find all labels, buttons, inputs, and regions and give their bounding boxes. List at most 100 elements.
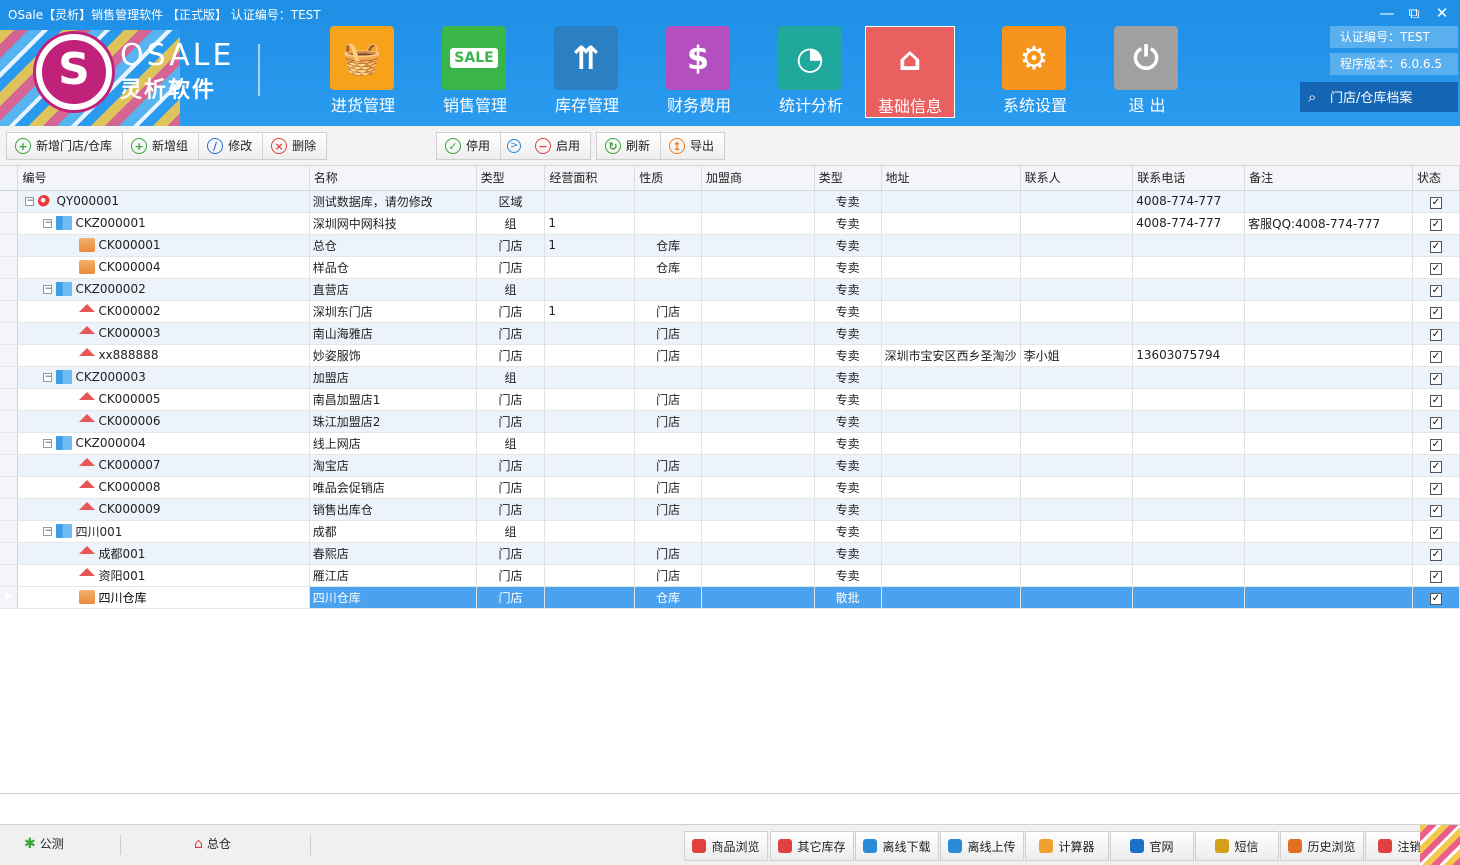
table-row[interactable]: CK000002 深圳东门店 门店 1 门店 专卖 ✓ — [0, 300, 1460, 323]
toolbar-button-refresh[interactable]: ↻ 刷新 — [597, 133, 662, 159]
cell-contact[interactable] — [1020, 432, 1134, 455]
cell-status[interactable]: ✓ — [1412, 454, 1460, 477]
tree-cell[interactable]: CK000002 — [17, 300, 310, 323]
cell-franchisee[interactable] — [701, 344, 815, 367]
cell-address[interactable] — [881, 586, 1021, 609]
cell-remark[interactable] — [1244, 410, 1413, 433]
cell-name[interactable]: 妙姿服饰 — [309, 344, 477, 367]
toolbar-button-delete[interactable]: × 删除 — [263, 133, 326, 159]
cell-name[interactable]: 成都 — [309, 520, 477, 543]
table-row[interactable]: − CKZ000001 深圳网中网科技组 1 专卖 4008-774-777 客服QQ:40… — [0, 212, 1460, 235]
status-checkbox[interactable]: ✓ — [1430, 482, 1442, 495]
cell-type[interactable]: 门店 — [476, 542, 546, 565]
cell-franchisee[interactable] — [701, 454, 815, 477]
cell-contact[interactable] — [1020, 256, 1134, 279]
tree-cell[interactable]: xx888888 — [17, 344, 310, 367]
statusbar-button-ie[interactable]: 官网 — [1110, 831, 1194, 861]
cell-name[interactable]: 南山海雅店 — [309, 322, 477, 345]
cell-area[interactable]: 1 — [544, 212, 636, 235]
cell-type2[interactable]: 专卖 — [814, 564, 882, 587]
column-header[interactable]: 地址 — [881, 166, 1021, 191]
cell-type2[interactable]: 专卖 — [814, 498, 882, 521]
tree-cell[interactable]: − 四川001 — [17, 520, 310, 543]
cell-type2[interactable]: 专卖 — [814, 388, 882, 411]
toolbar-button-add[interactable]: + 新增门店/仓库 — [7, 133, 124, 159]
status-checkbox[interactable]: ✓ — [1430, 196, 1442, 209]
status-checkbox[interactable]: ✓ — [1430, 504, 1442, 517]
cell-area[interactable] — [544, 586, 636, 609]
statusbar-button-goods[interactable]: 商品浏览 — [684, 831, 768, 861]
tree-cell[interactable]: CK000005 — [17, 388, 310, 411]
tree-cell[interactable]: CK000007 — [17, 454, 310, 477]
cell-phone[interactable] — [1132, 432, 1246, 455]
cell-type[interactable]: 组 — [476, 432, 546, 455]
table-row[interactable]: ▶ 四川仓库 四川仓库 门店 仓库 散批 ✓ — [0, 586, 1460, 609]
cell-name[interactable]: 深圳网中网科技 — [309, 212, 477, 235]
cell-type[interactable]: 门店 — [476, 454, 546, 477]
table-row[interactable]: CK000004 样品仓 门店 仓库 专卖 ✓ — [0, 256, 1460, 279]
cell-phone[interactable] — [1132, 520, 1246, 543]
cell-contact[interactable] — [1020, 564, 1134, 587]
cell-franchisee[interactable] — [701, 498, 815, 521]
cell-area[interactable] — [544, 476, 636, 499]
table-row[interactable]: − CKZ000002 直营店组 专卖 ✓ — [0, 278, 1460, 301]
toolbar-button-export[interactable]: ↥ 导出 — [661, 133, 724, 159]
cell-franchisee[interactable] — [701, 366, 815, 389]
cell-status[interactable]: ✓ — [1412, 432, 1460, 455]
cell-area[interactable] — [544, 322, 636, 345]
tree-cell[interactable]: 成都001 — [17, 542, 310, 565]
cell-remark[interactable] — [1244, 498, 1413, 521]
status-checkbox[interactable]: ✓ — [1430, 328, 1442, 341]
cell-address[interactable] — [881, 564, 1021, 587]
cell-franchisee[interactable] — [701, 190, 815, 213]
cell-phone[interactable] — [1132, 586, 1246, 609]
cell-contact[interactable] — [1020, 520, 1134, 543]
cell-remark[interactable] — [1244, 564, 1413, 587]
cell-name[interactable]: 样品仓 — [309, 256, 477, 279]
module-gear-button[interactable]: ⚙ 系统设置 — [990, 26, 1080, 118]
module-pie-chart-button[interactable]: ◔ 统计分析 — [766, 26, 856, 118]
cell-contact[interactable] — [1020, 476, 1134, 499]
status-checkbox[interactable]: ✓ — [1430, 394, 1442, 407]
tree-cell[interactable]: 资阳001 — [17, 564, 310, 587]
tree-cell[interactable]: − CKZ000003 — [17, 366, 310, 389]
cell-type2[interactable]: 专卖 — [814, 366, 882, 389]
column-header[interactable]: 类型 — [476, 166, 546, 191]
cell-address[interactable] — [881, 256, 1021, 279]
cell-type[interactable]: 门店 — [476, 388, 546, 411]
tree-collapse-icon[interactable]: − — [43, 218, 53, 228]
cell-nature[interactable]: 门店 — [634, 300, 703, 323]
toolbar-button-minus[interactable]: − 启用 — [527, 133, 590, 159]
cell-type[interactable]: 门店 — [476, 410, 546, 433]
column-header[interactable]: 联系电话 — [1132, 166, 1246, 191]
cell-phone[interactable] — [1132, 542, 1246, 565]
statusbar-button-cloud-download[interactable]: 离线下载 — [855, 831, 939, 861]
cell-franchisee[interactable] — [701, 300, 815, 323]
cell-contact[interactable] — [1020, 454, 1134, 477]
cell-phone[interactable] — [1132, 410, 1246, 433]
cell-nature[interactable] — [634, 366, 703, 389]
cell-area[interactable] — [544, 454, 636, 477]
cell-status[interactable]: ✓ — [1412, 344, 1460, 367]
cell-franchisee[interactable] — [701, 234, 815, 257]
cell-contact[interactable] — [1020, 212, 1134, 235]
column-header[interactable]: 编号 — [17, 166, 310, 191]
cell-phone[interactable] — [1132, 322, 1246, 345]
column-header[interactable]: 经营面积 — [544, 166, 636, 191]
cell-phone[interactable] — [1132, 278, 1246, 301]
cell-nature[interactable] — [634, 278, 703, 301]
module-sale-sign-button[interactable]: SALE 销售管理 — [430, 26, 520, 118]
table-row[interactable]: CK000001 总仓 门店 1 仓库 专卖 ✓ — [0, 234, 1460, 257]
column-header[interactable]: 备注 — [1244, 166, 1413, 191]
cell-type2[interactable]: 专卖 — [814, 454, 882, 477]
cell-address[interactable] — [881, 542, 1021, 565]
table-row[interactable]: − 四川001 成都组 专卖 ✓ — [0, 520, 1460, 543]
cell-nature[interactable]: 门店 — [634, 564, 703, 587]
module-power-button[interactable]: ⏻ 退 出 — [1102, 26, 1192, 118]
cell-name[interactable]: 雁江店 — [309, 564, 477, 587]
toolbar-button-check[interactable]: ✓ 停用 — [437, 133, 502, 159]
cell-area[interactable]: 1 — [544, 234, 636, 257]
cell-address[interactable] — [881, 300, 1021, 323]
table-row[interactable]: CK000003 南山海雅店 门店 门店 专卖 ✓ — [0, 322, 1460, 345]
cell-address[interactable] — [881, 190, 1021, 213]
